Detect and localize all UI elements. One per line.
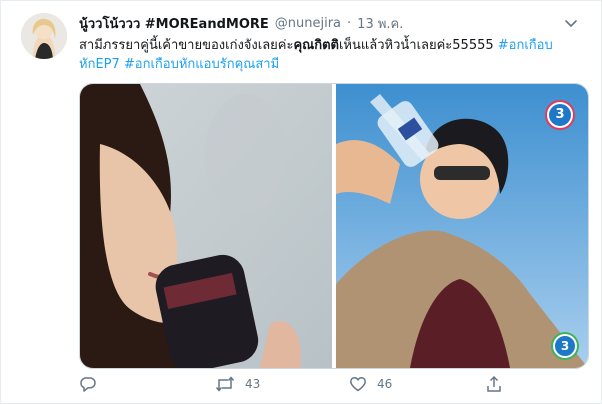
channel-logo-icon: 3 (547, 102, 573, 128)
display-name[interactable]: นู้ววโน้ววว #MOREandMORE (79, 13, 269, 34)
tweet-text: สามีภรรยาคู่นี้เค้าขายของเก่งจังเลยค่ะคุ… (79, 36, 579, 74)
user-handle[interactable]: @nunejira (275, 16, 341, 31)
chevron-down-icon[interactable] (561, 13, 581, 33)
share-icon (487, 375, 501, 392)
reply-button[interactable] (79, 375, 107, 393)
retweet-button[interactable]: 43 (215, 375, 260, 393)
tweet-date[interactable]: 13 พ.ค. (357, 13, 403, 34)
reply-icon (80, 377, 96, 392)
tweet-card[interactable]: นู้ววโน้ววว #MOREandMORE @nunejira · 13 … (0, 0, 602, 404)
share-button[interactable] (485, 375, 513, 393)
avatar-image (21, 13, 67, 59)
separator-dot: · (347, 15, 352, 31)
channel-logo-text: 3 (555, 107, 565, 122)
like-button[interactable]: 46 (349, 375, 392, 393)
retweet-count: 43 (245, 377, 261, 391)
tweet-text-part1: สามีภรรยาคู่นี้เค้าขายของเก่งจังเลยค่ะ (79, 38, 294, 53)
tweet-text-bold: คุณกิตติ (293, 38, 339, 53)
hashtag-link-2[interactable]: #อกเกือบหักแอบรักคุณสามี (124, 57, 279, 72)
avatar[interactable] (21, 13, 67, 59)
left-image[interactable] (80, 84, 332, 368)
media-images (80, 84, 588, 368)
tweet-text-part2: เห็นแล้วหิวน้ำเลยค่ะ55555 (338, 38, 498, 53)
heart-icon (350, 376, 366, 392)
channel-logo-text-2: 3 (560, 339, 570, 353)
media-grid[interactable]: 3 3 (79, 83, 589, 369)
tweet-actions: 43 46 (79, 375, 509, 399)
channel-logo-icon-2: 3 (553, 334, 577, 358)
right-image[interactable] (336, 84, 588, 368)
tweet-header: นู้ววโน้ววว #MOREandMORE @nunejira · 13 … (79, 13, 581, 33)
like-count: 46 (377, 377, 393, 391)
retweet-icon (215, 376, 235, 392)
